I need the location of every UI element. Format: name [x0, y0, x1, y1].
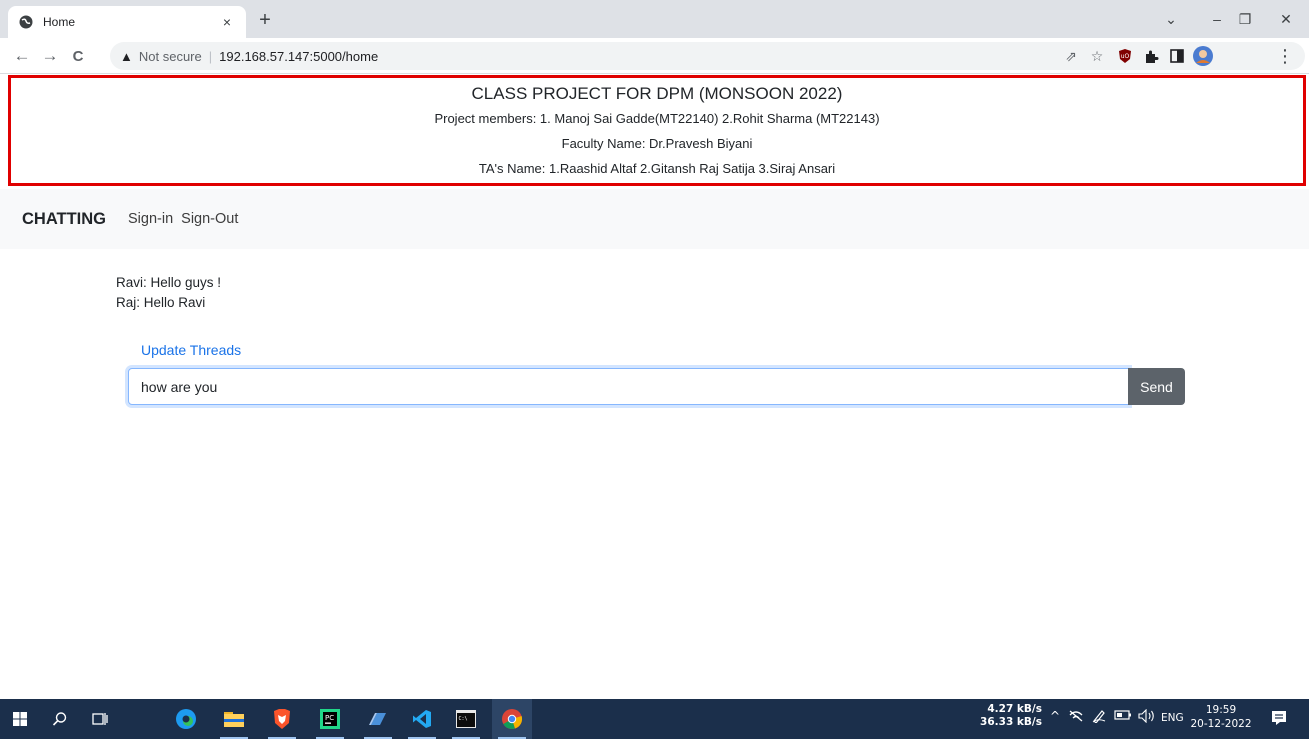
svg-text:uO: uO [1121, 53, 1130, 60]
nav-sign-in[interactable]: Sign-in [128, 211, 173, 227]
brave-browser-icon[interactable] [262, 699, 302, 739]
file-explorer-icon[interactable] [214, 699, 254, 739]
banner-faculty: Faculty Name: Dr.Pravesh Biyani [561, 136, 753, 151]
url-text[interactable]: 192.168.57.147:5000/home [219, 49, 378, 64]
tab-search-icon[interactable]: ⌄ [1148, 0, 1194, 38]
chrome-icon[interactable] [492, 699, 532, 739]
navbar-brand[interactable]: CHATTING [22, 210, 106, 229]
back-button[interactable]: ← [8, 38, 36, 74]
browser-menu-icon[interactable]: ⋮ [1272, 38, 1298, 74]
restore-button[interactable]: ❐ [1222, 0, 1268, 38]
windows-taskbar: PC C:\ [0, 699, 1309, 739]
share-icon[interactable]: ⇗ [1058, 38, 1084, 74]
tab-title: Home [43, 15, 76, 29]
app-notebook-icon[interactable] [358, 699, 398, 739]
new-tab-button[interactable]: + [254, 10, 276, 30]
globe-icon [18, 15, 33, 30]
ublock-extension-icon[interactable]: uO [1112, 38, 1138, 74]
windows-start-icon[interactable] [0, 699, 40, 739]
svg-text:C:\: C:\ [459, 716, 468, 722]
url-separator: | [208, 48, 213, 64]
clock-time: 19:59 [1205, 704, 1237, 716]
wifi-off-icon[interactable] [1068, 709, 1084, 726]
terminal-icon[interactable]: C:\ [446, 699, 486, 739]
nav-sign-out[interactable]: Sign-Out [181, 211, 238, 227]
battery-icon[interactable] [1114, 709, 1132, 724]
network-upload: 4.27 kB/s [987, 703, 1042, 715]
svg-text:PC: PC [325, 714, 334, 722]
network-speed: 4.27 kB/s 36.33 kB/s [972, 703, 1042, 729]
security-label[interactable]: Not secure [139, 49, 202, 64]
forward-button[interactable]: → [36, 38, 64, 74]
browser-tab-home[interactable]: Home × [8, 6, 246, 38]
clock-date: 20-12-2022 [1190, 718, 1252, 730]
volume-icon[interactable] [1138, 708, 1156, 726]
message-item: Ravi: Hello guys ! [116, 275, 222, 290]
vscode-icon[interactable] [402, 699, 442, 739]
task-view-icon[interactable] [80, 699, 120, 739]
reload-button[interactable]: C [64, 38, 92, 74]
tab-close-icon[interactable]: × [218, 14, 236, 30]
profile-avatar-icon[interactable] [1190, 38, 1216, 74]
extensions-puzzle-icon[interactable] [1138, 38, 1164, 74]
notification-center-icon[interactable] [1270, 709, 1288, 731]
update-threads-link[interactable]: Update Threads [141, 342, 241, 358]
close-window-button[interactable]: ✕ [1263, 0, 1309, 38]
system-clock[interactable]: 19:59 20-12-2022 [1190, 703, 1252, 731]
banner-members: Project members: 1. Manoj Sai Gadde(MT22… [434, 111, 880, 126]
banner-tas: TA's Name: 1.Raashid Altaf 2.Gitansh Raj… [478, 161, 836, 176]
project-banner: CLASS PROJECT FOR DPM (MONSOON 2022) Pro… [8, 75, 1306, 186]
warning-icon[interactable]: ▲ [120, 49, 133, 64]
send-button[interactable]: Send [1128, 368, 1185, 405]
network-download: 36.33 kB/s [980, 716, 1042, 728]
banner-title: CLASS PROJECT FOR DPM (MONSOON 2022) [471, 84, 843, 103]
language-indicator[interactable]: ENG [1161, 712, 1184, 724]
pycharm-icon[interactable]: PC [310, 699, 350, 739]
message-item: Raj: Hello Ravi [116, 295, 206, 310]
message-thread: Ravi: Hello guys ! Raj: Hello Ravi [116, 273, 221, 313]
tray-chevron-icon[interactable]: ^ [1050, 709, 1060, 723]
site-navbar: CHATTING Sign-in Sign-Out [0, 189, 1309, 249]
side-panel-icon[interactable] [1164, 38, 1190, 74]
edge-browser-icon[interactable] [166, 699, 206, 739]
search-icon[interactable] [40, 699, 80, 739]
bookmark-star-icon[interactable]: ☆ [1084, 38, 1110, 74]
browser-tabstrip: Home × + ⌄ – ❐ ✕ [0, 0, 1309, 38]
pen-icon[interactable] [1092, 709, 1106, 726]
message-input[interactable] [128, 368, 1129, 405]
